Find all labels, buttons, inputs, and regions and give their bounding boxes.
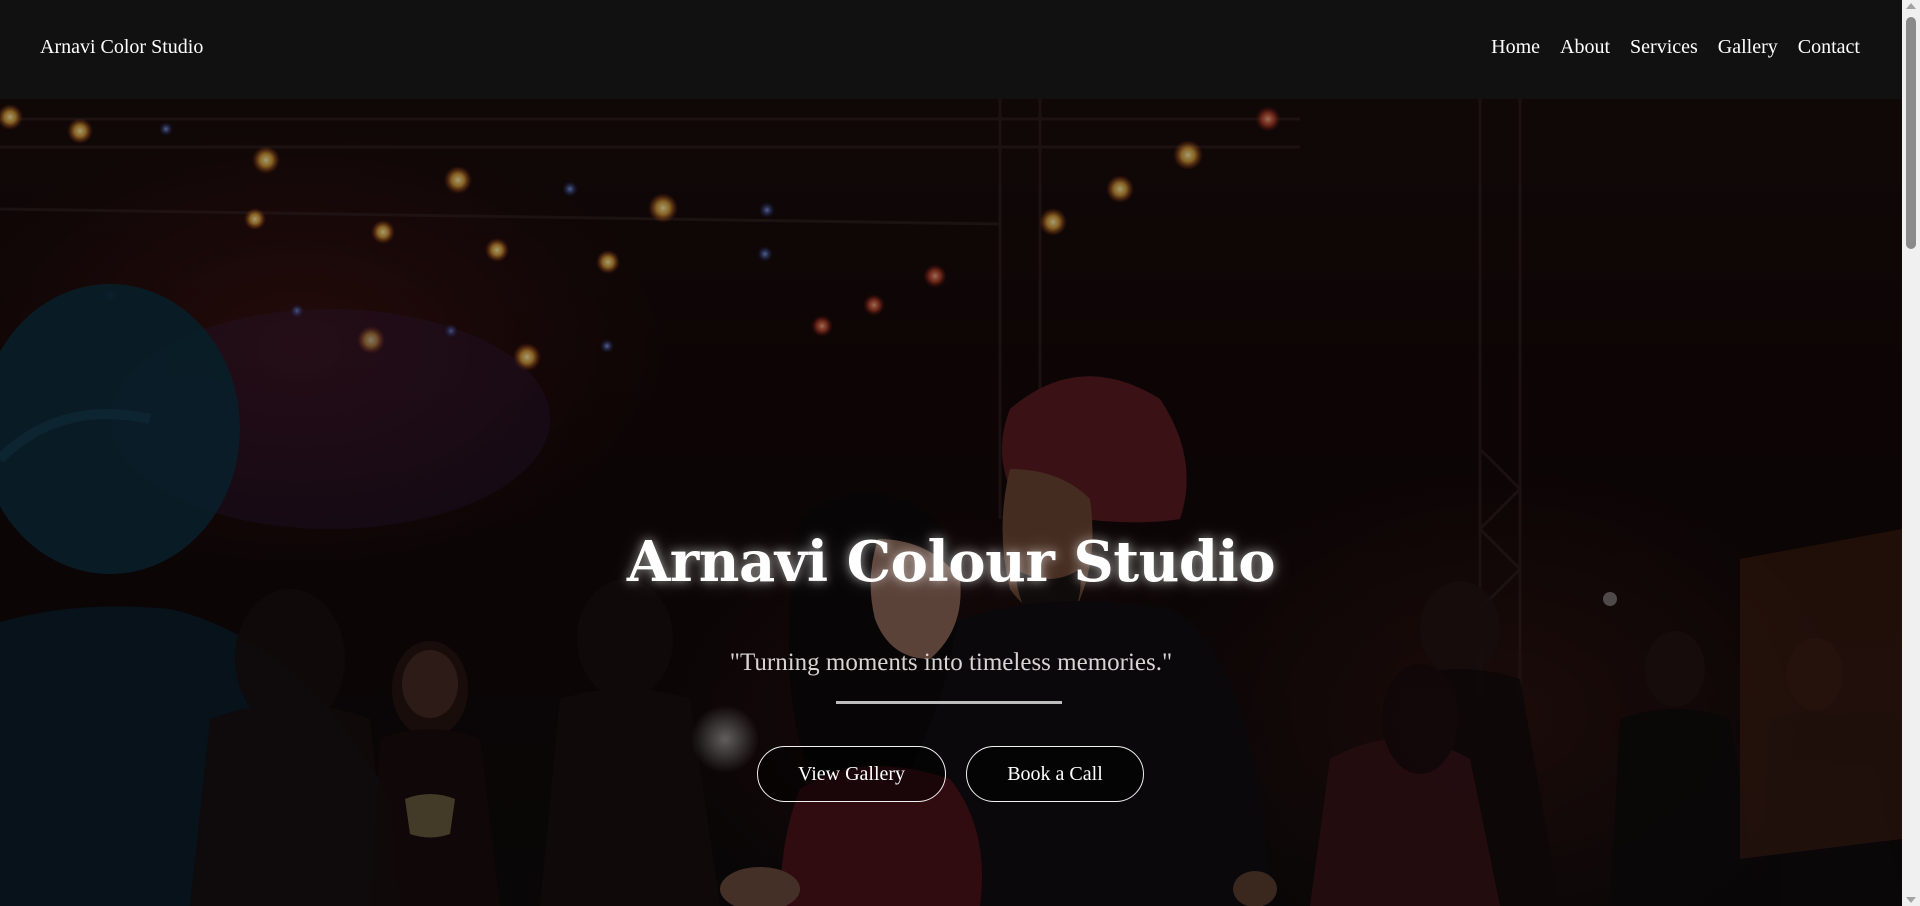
hero-divider	[836, 701, 1062, 704]
vertical-scrollbar[interactable]	[1902, 0, 1920, 906]
nav-link-home[interactable]: Home	[1491, 36, 1540, 59]
view-gallery-button[interactable]: View Gallery	[757, 746, 946, 802]
book-call-button[interactable]: Book a Call	[966, 746, 1144, 802]
nav-link-contact[interactable]: Contact	[1798, 36, 1860, 59]
hero-title: Arnavi Colour Studio	[626, 529, 1276, 595]
scroll-down-arrow-icon[interactable]	[1906, 897, 1916, 903]
hero-section: Arnavi Colour Studio "Turning moments in…	[0, 99, 1902, 906]
nav-menu: Home About Services Gallery Contact	[1471, 36, 1860, 59]
hero-content: Arnavi Colour Studio "Turning moments in…	[0, 99, 1902, 906]
brand-logo-link[interactable]: Arnavi Color Studio	[40, 36, 203, 59]
nav-link-gallery[interactable]: Gallery	[1718, 36, 1778, 59]
scrollbar-thumb[interactable]	[1906, 17, 1916, 249]
page: Arnavi Color Studio Home About Services …	[0, 0, 1920, 906]
nav-link-about[interactable]: About	[1560, 36, 1610, 59]
hero-tagline: "Turning moments into timeless memories.…	[729, 649, 1173, 676]
scroll-up-arrow-icon[interactable]	[1906, 3, 1916, 9]
nav-link-services[interactable]: Services	[1630, 36, 1698, 59]
top-navbar: Arnavi Color Studio Home About Services …	[0, 0, 1902, 99]
